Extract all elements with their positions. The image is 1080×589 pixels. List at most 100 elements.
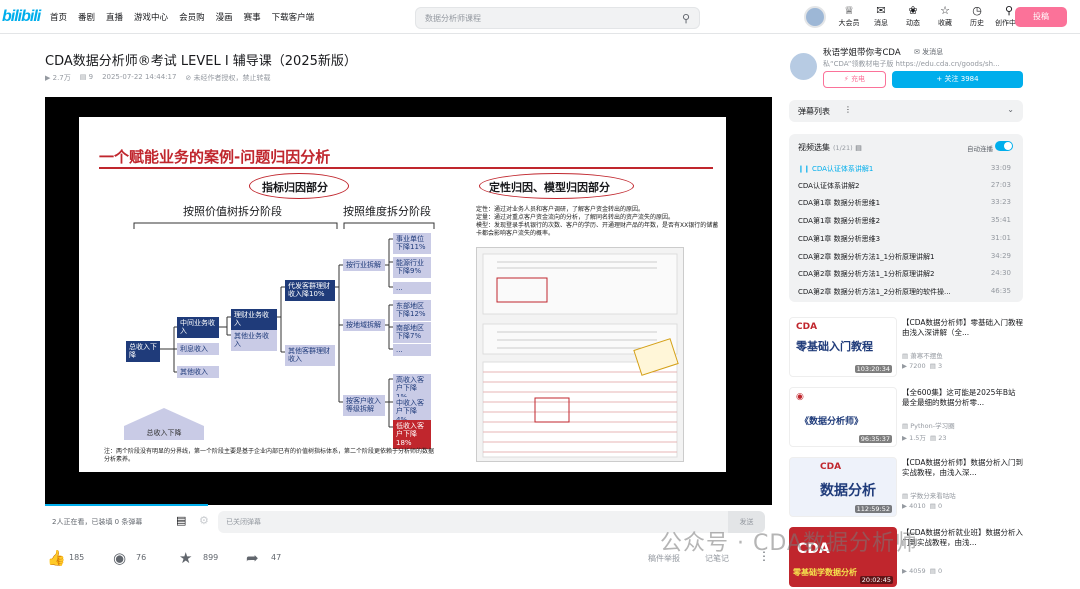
spreadsheet-lines: [482, 253, 679, 458]
nav-esports[interactable]: 赛事: [244, 11, 261, 23]
danmaku-list-title: 弹幕列表: [798, 107, 830, 116]
episode-item[interactable]: CDA第1章 数据分析思维3 31:01: [798, 230, 1011, 247]
node-interest: 利息收入: [177, 343, 219, 356]
university-logo: ◉: [796, 392, 804, 402]
nav-download[interactable]: 下载客户端: [272, 11, 315, 23]
more-options-icon[interactable]: ⋮: [844, 105, 852, 114]
favorites-link[interactable]: ☆ 收藏: [929, 4, 961, 28]
recommend-stats: ▶ 7200 ▤ 3: [902, 362, 943, 370]
episode-item[interactable]: CDA第2章 数据分析方法1_1分析原理讲解1 34:29: [798, 248, 1011, 265]
recommend-thumbnail[interactable]: CDA 数据分析 112:59:52: [789, 457, 897, 517]
episode-item[interactable]: CDA第2章 数据分析方法1_1分析原理讲解2 24:30: [798, 265, 1011, 282]
episode-item[interactable]: ❙❙ CDA认证体系讲解1 33:09: [798, 160, 1011, 177]
node-other-biz: 其他业务收入: [231, 330, 277, 351]
video-meta: ▶ 2.7万 ▤ 9 2025-07-22 14:44:17 ⊘ 未经作者授权，…: [45, 73, 271, 83]
dim-income-level: 按客户收入等级拆解: [343, 395, 385, 416]
node-other-wealth: 其他客群理财收入: [285, 345, 335, 366]
danmaku-input[interactable]: 已关闭弹幕: [218, 511, 728, 533]
recommend-title[interactable]: 【全600集】这可能是2025年B站最全最细的数据分析零...: [902, 388, 1023, 418]
recommend-title[interactable]: 【CDA数据分析就业班】数据分析入门到实战教程，由浅...: [902, 528, 1023, 558]
crown-icon: ♕: [844, 4, 854, 17]
danmaku-settings-icon[interactable]: ⚙: [199, 514, 209, 527]
list-view-icon: ▤: [855, 144, 862, 152]
upload-button[interactable]: 投稿: [1015, 7, 1067, 27]
recommend-thumbnail[interactable]: ◉ 《数据分析师》 96:35:37: [789, 387, 897, 447]
like-icon[interactable]: 👍: [47, 549, 66, 567]
leaf-public-sector: 事业单位下降11%: [393, 233, 431, 254]
cda-logo: CDA: [796, 322, 818, 332]
vip-link[interactable]: ♕ 大会员: [833, 4, 865, 28]
video-player[interactable]: 一个赋能业务的案例-问题归因分析 指标归因部分 定性归因、模型归因部分 按照价值…: [45, 97, 772, 505]
recommend-card[interactable]: CDA 零基础入门教程 103:20:34 【CDA数据分析师】零基础入门教程 …: [789, 317, 1023, 377]
search-input[interactable]: 数据分析师课程: [425, 13, 481, 24]
embedded-spreadsheet-screenshot: [476, 247, 684, 462]
uploader-description: 私“CDA”领教材电子版 https://edu.cda.cn/goods/sh…: [823, 60, 1000, 68]
recommend-title[interactable]: 【CDA数据分析师】零基础入门教程 由浅入深讲解（全...: [902, 318, 1023, 348]
recommend-title[interactable]: 【CDA数据分析师】数据分析入门到实战教程，由浅入深...: [902, 458, 1023, 488]
video-progress-bar[interactable]: [45, 504, 208, 506]
watermark: 公众号 · CDA数据分析师: [660, 531, 918, 556]
playing-icon: ❙❙: [798, 165, 812, 173]
danmaku-list-header[interactable]: 弹幕列表 ⋮ ⌄: [789, 100, 1023, 122]
favorite-icon[interactable]: ★: [179, 549, 192, 567]
slide-content: 一个赋能业务的案例-问题归因分析 指标归因部分 定性归因、模型归因部分 按照价值…: [79, 117, 726, 472]
leaf-south: 南部地区下降7%: [393, 322, 431, 343]
uploader-avatar[interactable]: [790, 53, 817, 80]
share-icon[interactable]: ➦: [246, 549, 259, 567]
send-message-link[interactable]: ✉ 发消息: [914, 47, 943, 57]
recommend-card[interactable]: ◉ 《数据分析师》 96:35:37 【全600集】这可能是2025年B站最全最…: [789, 387, 1023, 447]
video-title: CDA数据分析师®考试 LEVEL Ⅰ 辅导课（2025新版）: [45, 54, 357, 69]
recommend-author[interactable]: ▤ 萧寒不摆鱼: [902, 350, 943, 360]
episode-item[interactable]: CDA第2章 数据分析方法1_2分析原理的软件操... 46:35: [798, 283, 1011, 300]
ribbon-label: 总收入下降: [124, 426, 204, 440]
slide-note: 注：两个阶段没有明显的分界线，第一个阶段主要是基于企业内部已有的价值树指标体系，…: [104, 448, 435, 463]
part2-label: 定性归因、模型归因部分: [489, 181, 610, 194]
autoplay-toggle[interactable]: [995, 141, 1013, 151]
nav-game-center[interactable]: 游戏中心: [134, 11, 168, 23]
node-wealth: 理财业务收入: [231, 309, 277, 330]
recommend-card[interactable]: CDA 数据分析 112:59:52 【CDA数据分析师】数据分析入门到实战教程…: [789, 457, 1023, 517]
dynamic-link[interactable]: ❀ 动态: [897, 4, 929, 28]
recommend-stats: ▶ 1.5万 ▤ 23: [902, 434, 947, 442]
nav-live[interactable]: 直播: [106, 11, 123, 23]
nav-home[interactable]: 首页: [50, 11, 67, 23]
wind-icon: ❀: [908, 4, 918, 17]
node-intermediate-biz: 中间业务收入: [177, 317, 219, 338]
search-box[interactable]: 数据分析师课程 ⚲: [415, 7, 700, 29]
recommend-author[interactable]: ▤ 学数分来看咕咕: [902, 490, 956, 500]
chevron-down-icon[interactable]: ⌄: [1007, 105, 1014, 114]
main-nav: 首页 番剧 直播 游戏中心 会员购 漫画 赛事 下载客户端: [50, 11, 325, 23]
watching-count: 2人正在看，已装填 0 条弹幕: [52, 518, 143, 526]
top-nav-bar: bilibili 首页 番剧 直播 游戏中心 会员购 漫画 赛事 下载客户端 数…: [0, 0, 1080, 34]
leaf-energy: 能源行业下降9%: [393, 257, 431, 278]
bilibili-logo[interactable]: bilibili: [2, 8, 41, 26]
qualitative-bullets: 定性：通过对业务人员和客户调研，了解客户资金转出的原因。 定量：通过对重点客户资…: [476, 206, 719, 238]
view-count: ▶ 2.7万: [45, 74, 71, 82]
history-icon: ◷: [972, 4, 982, 17]
recommend-author[interactable]: ▤ Python-学习圈: [902, 420, 955, 430]
episode-item[interactable]: CDA第1章 数据分析思维1 33:23: [798, 194, 1011, 211]
nav-anime[interactable]: 番剧: [78, 11, 95, 23]
episode-item[interactable]: CDA第1章 数据分析思维2 35:41: [798, 212, 1011, 229]
leaf-low-income: 低收入客户下降18%: [393, 420, 431, 450]
follow-button[interactable]: + 关注 3984: [892, 71, 1023, 88]
star-icon: ☆: [940, 4, 950, 17]
user-avatar[interactable]: [804, 6, 826, 28]
nav-manga[interactable]: 漫画: [216, 11, 233, 23]
like-count: 185: [69, 553, 85, 562]
recommend-thumbnail[interactable]: CDA 零基础入门教程 103:20:34: [789, 317, 897, 377]
message-link[interactable]: ✉ 消息: [865, 4, 897, 28]
history-link[interactable]: ◷ 历史: [961, 4, 993, 28]
publish-date: 2025-07-22 14:44:17: [102, 73, 177, 81]
charge-button[interactable]: ⚡ 充电: [823, 71, 886, 88]
episode-item[interactable]: CDA认证体系讲解2 27:03: [798, 177, 1011, 194]
uploader-name[interactable]: 秋语学姐带你考CDA: [823, 46, 901, 58]
nav-mall[interactable]: 会员购: [179, 11, 205, 23]
coin-icon[interactable]: ◉: [113, 549, 126, 567]
danmaku-toggle-icon[interactable]: ▤: [176, 514, 186, 527]
dim-region: 按地域拆解: [343, 319, 385, 332]
search-icon[interactable]: ⚲: [682, 12, 690, 25]
favorite-count: 899: [203, 553, 219, 562]
autoplay-label: 自动连播: [967, 145, 993, 153]
dim-industry: 按行业拆解: [343, 259, 385, 272]
